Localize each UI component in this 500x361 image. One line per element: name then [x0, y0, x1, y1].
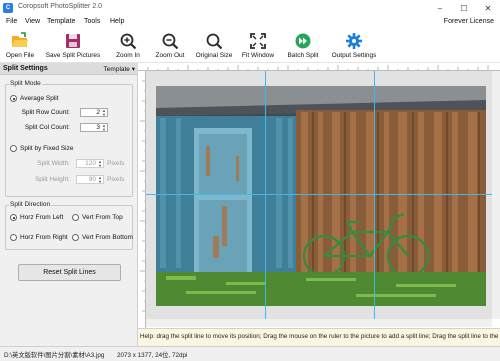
vertical-scrollbar[interactable]	[492, 71, 500, 319]
output-settings-button[interactable]: Output Settings	[330, 32, 378, 59]
col-count-label: Split Col Count:	[24, 124, 70, 131]
horz-from-right-radio[interactable]: Horz From Right	[10, 234, 68, 241]
stepper-arrows-icon[interactable]: ▲ ▼	[98, 160, 102, 168]
save-icon	[66, 34, 80, 48]
menu-file[interactable]: File	[6, 18, 17, 25]
window-title: Coropsoft PhotoSplitter 2.0	[18, 3, 103, 10]
fixed-size-radio[interactable]: Split by Fixed Size	[10, 145, 73, 152]
title-bar: C Coropsoft PhotoSplitter 2.0 – ☐ ✕	[0, 0, 500, 17]
license-label: Forever License	[443, 18, 494, 25]
file-path: D:\英文版软件\图片分割\素材\A3.jpg	[4, 352, 105, 359]
horizontal-ruler[interactable]	[138, 63, 500, 71]
vertical-split-line-2[interactable]	[374, 71, 375, 319]
vertical-split-line-1[interactable]	[265, 71, 266, 319]
split-mode-title: Split Mode	[9, 80, 42, 87]
row-count-stepper[interactable]: 2 ▲ ▼	[80, 108, 108, 117]
width-unit: Pixels	[107, 160, 125, 167]
status-bar: D:\英文版软件\图片分割\素材\A3.jpg 2073 x 1377, 24位…	[0, 346, 500, 361]
reset-split-lines-button[interactable]: Reset Split Lines	[18, 264, 121, 281]
toolbar: Open File Save Split Pictures Zoom In Zo…	[0, 30, 500, 63]
gear-icon	[346, 33, 362, 49]
photo-preview[interactable]	[156, 86, 486, 306]
template-dropdown[interactable]: Template ▾	[104, 65, 135, 73]
fit-window-icon	[250, 33, 266, 49]
split-mode-group: Split Mode Average Split Split Row Count…	[5, 80, 133, 197]
minimize-button[interactable]: –	[428, 0, 452, 17]
split-height-label: Split Height:	[34, 176, 70, 183]
zoom-in-button[interactable]: Zoom In	[112, 32, 144, 59]
radio-dot-icon	[10, 95, 17, 102]
save-split-pictures-button[interactable]: Save Split Pictures	[44, 32, 102, 59]
row-count-label: Split Row Count:	[21, 109, 70, 116]
close-button[interactable]: ✕	[476, 0, 500, 17]
panel-header: Split Settings Template ▾	[0, 63, 138, 75]
radio-dot-icon	[10, 214, 17, 221]
menu-view[interactable]: View	[25, 18, 40, 25]
split-settings-panel: Split Settings Template ▾ Split Mode Ave…	[0, 63, 138, 346]
split-direction-group: Split Direction Horz From Left Vert From…	[5, 201, 133, 250]
radio-dot-icon	[10, 234, 17, 241]
original-size-icon	[206, 33, 223, 50]
height-unit: Pixels	[107, 176, 125, 183]
col-count-stepper[interactable]: 3 ▲ ▼	[80, 123, 108, 132]
stepper-arrows-icon[interactable]: ▲ ▼	[102, 124, 106, 132]
batch-split-button[interactable]: Batch Split	[284, 32, 322, 59]
maximize-button[interactable]: ☐	[452, 0, 476, 17]
average-split-radio[interactable]: Average Split	[10, 95, 59, 102]
split-direction-title: Split Direction	[9, 201, 52, 208]
menu-help[interactable]: Help	[110, 18, 124, 25]
panel-title: Split Settings	[3, 65, 48, 72]
original-size-button[interactable]: Original Size	[192, 32, 236, 59]
stepper-arrows-icon[interactable]: ▲ ▼	[102, 109, 106, 117]
batch-split-icon	[295, 33, 311, 49]
zoom-out-button[interactable]: Zoom Out	[152, 32, 188, 59]
split-height-stepper[interactable]: 90 ▲ ▼	[76, 175, 104, 184]
menu-template[interactable]: Template	[47, 18, 75, 25]
radio-dot-icon	[72, 234, 79, 241]
app-logo-icon: C	[3, 3, 13, 13]
split-width-label: Split Width:	[37, 160, 70, 167]
vertical-ruler[interactable]	[138, 71, 146, 346]
folder-open-icon	[12, 32, 28, 47]
open-file-button[interactable]: Open File	[4, 32, 36, 59]
horz-from-left-radio[interactable]: Horz From Left	[10, 214, 63, 221]
stepper-arrows-icon[interactable]: ▲ ▼	[98, 176, 102, 184]
radio-dot-icon	[10, 145, 17, 152]
fit-window-button[interactable]: Fit Window	[240, 32, 276, 59]
radio-dot-icon	[72, 214, 79, 221]
split-width-stepper[interactable]: 120 ▲ ▼	[76, 159, 104, 168]
vert-from-top-radio[interactable]: Vert From Top	[72, 214, 123, 221]
zoom-out-icon	[162, 33, 179, 50]
vert-from-bottom-radio[interactable]: Vert From Bottom	[72, 234, 133, 241]
horizontal-split-line[interactable]	[146, 194, 492, 195]
help-bar: Help: drag the split line to move its po…	[138, 328, 500, 346]
image-info: 2073 x 1377, 24位, 72dpi	[117, 352, 188, 359]
menu-bar: File View Template Tools Help Forever Li…	[0, 17, 500, 30]
horizontal-scrollbar[interactable]	[146, 319, 492, 327]
menu-tools[interactable]: Tools	[84, 18, 100, 25]
zoom-in-icon	[120, 33, 137, 50]
